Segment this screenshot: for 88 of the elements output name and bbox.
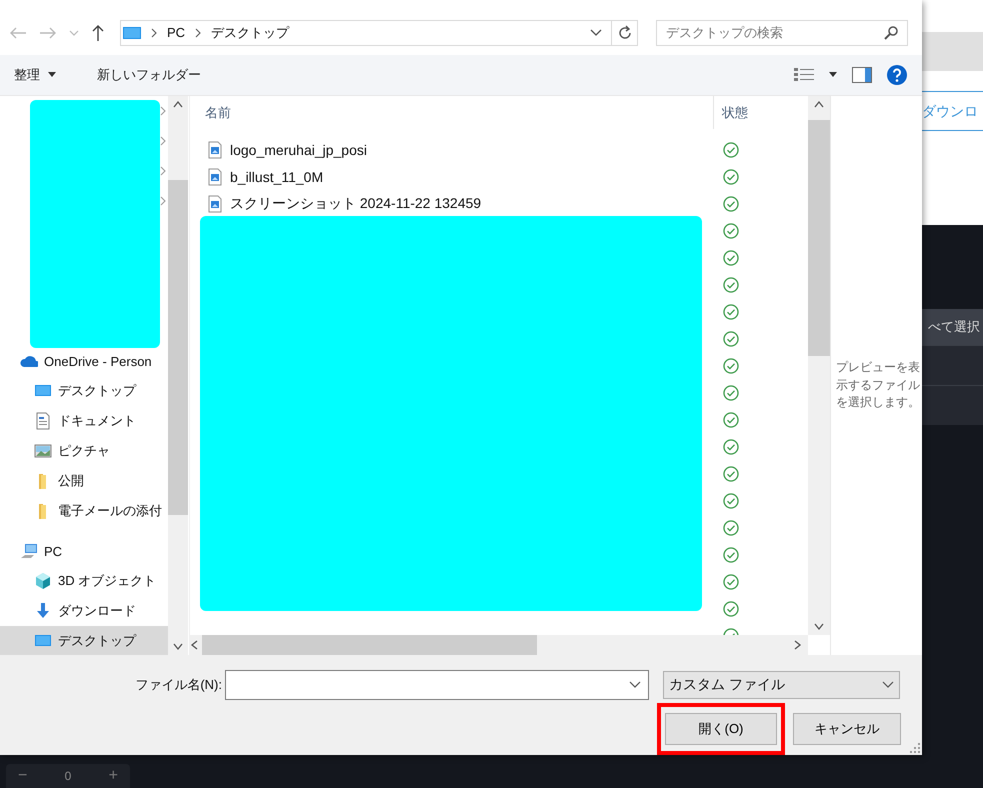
chevron-right-icon[interactable]: [160, 136, 166, 146]
search-icon[interactable]: [884, 26, 898, 40]
refresh-icon[interactable]: [616, 24, 632, 40]
check-circle-icon: [723, 358, 739, 374]
preview-message: プレビューを表示するファイルを選択します。: [836, 359, 921, 412]
scrollbar[interactable]: [190, 635, 808, 655]
file-type-dropdown[interactable]: カスタム ファイル: [663, 671, 900, 699]
chevron-right-icon: [193, 26, 204, 38]
check-circle-icon: [723, 546, 739, 562]
check-circle-icon: [723, 412, 739, 428]
check-circle-icon: [723, 142, 739, 158]
check-circle-icon: [723, 250, 739, 266]
file-name[interactable]: スクリーンショット 2024-11-22 132459: [230, 194, 482, 212]
caret-icon[interactable]: [589, 28, 603, 38]
caret-icon[interactable]: [828, 72, 838, 78]
caret-icon: [882, 681, 894, 689]
check-circle-icon: [723, 330, 739, 346]
scroll-down-icon[interactable]: [814, 623, 824, 631]
file-name[interactable]: logo_meruhai_jp_posi: [230, 142, 367, 158]
check-circle-icon: [723, 520, 739, 536]
open-button[interactable]: 開く(O): [665, 713, 777, 745]
sidebar-item[interactable]: ドキュメント: [0, 406, 168, 436]
scrollbar[interactable]: [808, 96, 830, 635]
scroll-left-icon[interactable]: [190, 640, 198, 650]
down-arrow-icon: [34, 602, 52, 620]
column-header[interactable]: 状態: [714, 104, 748, 122]
new-folder-button[interactable]: 新しいフォルダー: [91, 64, 207, 86]
image-file-icon: [208, 194, 222, 212]
image-file-icon: [208, 168, 222, 186]
sidebar-item[interactable]: OneDrive - Person: [0, 346, 168, 376]
scroll-thumb[interactable]: [168, 180, 188, 515]
sidebar-item[interactable]: デスクトップ: [0, 376, 168, 406]
organize-menu[interactable]: 整理: [8, 64, 63, 86]
counter-control[interactable]: − 0 +: [6, 764, 130, 788]
search-field[interactable]: デスクトップの検索: [656, 20, 908, 46]
up-arrow-icon[interactable]: [90, 24, 106, 42]
check-circle-icon: [723, 492, 739, 508]
scroll-right-icon[interactable]: [794, 640, 802, 650]
caret-icon: [47, 72, 57, 78]
sidebar-item[interactable]: 電子メールの添付: [0, 496, 168, 526]
sidebar-item[interactable]: ピクチャ: [0, 436, 168, 466]
check-circle-icon: [723, 304, 739, 320]
sidebar-item[interactable]: デスクトップ: [0, 626, 168, 655]
plus-button[interactable]: +: [104, 767, 122, 785]
breadcrumb[interactable]: PC: [167, 25, 186, 40]
document-icon: [34, 412, 52, 430]
scroll-thumb[interactable]: [808, 120, 830, 356]
chevron-right-icon[interactable]: [160, 106, 166, 116]
chevron-right-icon[interactable]: [160, 196, 166, 206]
scroll-down-icon[interactable]: [173, 643, 183, 651]
scroll-up-icon[interactable]: [814, 100, 824, 108]
check-circle-icon: [723, 384, 739, 400]
caret-icon[interactable]: [629, 681, 641, 689]
check-circle-icon: [723, 600, 739, 616]
preview-pane-icon[interactable]: [852, 67, 872, 83]
cube-icon: [34, 572, 52, 590]
view-list-icon[interactable]: [794, 68, 814, 82]
file-name[interactable]: b_illust_11_0M: [230, 168, 324, 184]
picture-icon: [34, 442, 52, 460]
check-circle-icon: [723, 168, 739, 184]
minus-button[interactable]: −: [14, 767, 32, 785]
check-circle-icon: [723, 574, 739, 590]
scroll-thumb[interactable]: [202, 635, 537, 655]
column-header[interactable]: 名前: [200, 96, 714, 129]
check-circle-icon: [723, 196, 739, 212]
scrollbar[interactable]: [168, 96, 188, 655]
sidebar-item[interactable]: PC: [0, 536, 168, 566]
counter-value: 0: [64, 769, 72, 783]
check-circle-icon: [723, 222, 739, 238]
computer-icon: [20, 542, 38, 560]
sidebar-item[interactable]: 公開: [0, 466, 168, 496]
address-bar[interactable]: PC デスクトップ: [120, 20, 638, 46]
sidebar-item[interactable]: 3D オブジェクト: [0, 566, 168, 596]
help-icon[interactable]: [886, 64, 908, 86]
scroll-up-icon[interactable]: [173, 100, 183, 108]
resize-grip-icon: [910, 743, 920, 753]
chevron-right-icon[interactable]: [160, 166, 166, 176]
sidebar-item[interactable]: ダウンロード: [0, 596, 168, 626]
image-file-icon: [208, 140, 222, 158]
check-circle-icon: [723, 466, 739, 482]
check-circle-icon: [723, 438, 739, 454]
cancel-button[interactable]: キャンセル: [793, 713, 901, 745]
chevron-right-icon: [149, 26, 159, 38]
check-circle-icon: [723, 276, 739, 292]
monitor-icon: [123, 26, 141, 40]
file-name-field[interactable]: [225, 670, 649, 700]
field-label: ファイル名(N):: [134, 676, 223, 694]
breadcrumb[interactable]: デスクトップ: [211, 24, 290, 42]
